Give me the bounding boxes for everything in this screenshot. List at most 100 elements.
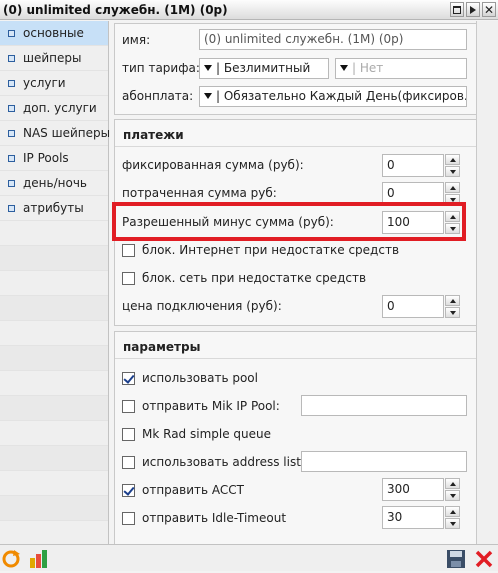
fee-select[interactable]: | Обязательно Каждый День(фиксиров... (199, 86, 467, 107)
sidebar-item-extra-services[interactable]: доп. услуги (0, 96, 108, 121)
tariff-type-select[interactable]: | Безлимитный (199, 58, 329, 79)
save-button[interactable] (445, 548, 467, 570)
refresh-button[interactable] (0, 548, 22, 570)
address-list-input[interactable] (301, 451, 467, 472)
sidebar-item-day-night[interactable]: день/ночь (0, 171, 108, 196)
sidebar-empty-row (0, 521, 108, 546)
sidebar-empty-row (0, 371, 108, 396)
bullet-icon (8, 129, 15, 137)
use-address-list-checkbox[interactable] (122, 456, 135, 469)
arrow-up-icon (449, 509, 456, 514)
play-icon (470, 5, 476, 14)
arrow-down-icon (449, 197, 456, 202)
increment-button[interactable] (445, 506, 460, 517)
increment-button[interactable] (445, 478, 460, 489)
arrow-up-icon (449, 481, 456, 486)
use-pool-label: использовать pool (142, 371, 258, 385)
connection-price-label: цена подключения (руб): (122, 299, 282, 313)
mik-pool-input[interactable] (301, 395, 467, 416)
decrement-button[interactable] (445, 307, 460, 318)
fixed-sum-input[interactable]: 0 (382, 154, 444, 177)
play-button[interactable] (466, 2, 480, 17)
restore-icon (453, 5, 461, 14)
fixed-sum-stepper[interactable]: 0 (382, 154, 460, 177)
bullet-icon (8, 154, 15, 162)
sidebar-item-label: доп. услуги (23, 101, 97, 115)
payments-title: платежи (123, 128, 184, 142)
arrow-up-icon (449, 298, 456, 303)
bullet-icon (8, 29, 15, 37)
bullet-icon (8, 104, 15, 112)
sidebar: основные шейперы услуги доп. услуги NAS … (0, 21, 110, 546)
acct-input[interactable]: 300 (382, 478, 444, 501)
sidebar-empty-row (0, 221, 108, 246)
send-mik-pool-label: отправить Mik IP Pool: (142, 399, 280, 413)
sidebar-item-attributes[interactable]: атрибуты (0, 196, 108, 221)
fixed-sum-label: фиксированная сумма (руб): (122, 158, 304, 172)
idle-stepper[interactable]: 30 (382, 506, 460, 529)
send-idle-label: отправить Idle-Timeout (142, 511, 287, 525)
sidebar-empty-row (0, 321, 108, 346)
send-idle-checkbox[interactable] (122, 512, 135, 525)
vertical-scrollbar[interactable] (476, 21, 498, 544)
increment-button[interactable] (445, 295, 460, 306)
arrow-down-icon (449, 521, 456, 526)
stats-button[interactable] (28, 548, 50, 570)
parameters-title: параметры (123, 340, 201, 354)
tariff-subtype-value: | Нет (352, 61, 384, 75)
refresh-icon (2, 550, 20, 568)
sidebar-item-ip-pools[interactable]: IP Pools (0, 146, 108, 171)
bullet-icon (8, 179, 15, 187)
tariff-type-label: тип тарифа: (122, 61, 200, 75)
restore-button[interactable] (450, 2, 464, 17)
sidebar-empty-row (0, 421, 108, 446)
delete-icon (475, 550, 493, 568)
sidebar-item-general[interactable]: основные (0, 21, 108, 46)
sidebar-item-label: день/ночь (23, 176, 87, 190)
fee-label: абонплата: (122, 89, 194, 103)
acct-stepper[interactable]: 300 (382, 478, 460, 501)
increment-button[interactable] (445, 154, 460, 165)
sidebar-item-label: шейперы (23, 51, 82, 65)
sidebar-item-label: услуги (23, 76, 66, 90)
decrement-button[interactable] (445, 518, 460, 529)
chevron-down-icon (204, 93, 212, 99)
parameters-section: параметры использовать pool отправить Mi… (114, 331, 480, 544)
sidebar-empty-row (0, 471, 108, 496)
bullet-icon (8, 204, 15, 212)
send-acct-checkbox[interactable] (122, 484, 135, 497)
sidebar-empty-row (0, 446, 108, 471)
highlight-frame (112, 202, 466, 241)
decrement-button[interactable] (445, 166, 460, 177)
block-internet-label: блок. Интернет при недостатке средств (142, 243, 400, 257)
connection-price-input[interactable]: 0 (382, 295, 444, 318)
general-section: имя: (0) unlimited служебн. (1M) (0p) ти… (114, 23, 480, 115)
delete-button[interactable] (473, 548, 495, 570)
sidebar-item-nas-shapers[interactable]: NAS шейперы (0, 121, 110, 146)
close-button[interactable]: ✕ (482, 2, 496, 17)
sidebar-item-shapers[interactable]: шейперы (0, 46, 108, 71)
section-divider (115, 146, 479, 147)
close-icon: ✕ (483, 2, 495, 17)
sidebar-item-label: атрибуты (23, 201, 84, 215)
window-title: (0) unlimited служебн. (1M) (0p) (3, 3, 228, 17)
sidebar-item-label: основные (23, 26, 84, 40)
idle-input[interactable]: 30 (382, 506, 444, 529)
sidebar-empty-row (0, 271, 108, 296)
send-mik-pool-checkbox[interactable] (122, 400, 135, 413)
title-bar: (0) unlimited служебн. (1M) (0p) ✕ (0, 0, 498, 20)
name-field[interactable]: (0) unlimited служебн. (1M) (0p) (199, 29, 467, 50)
bottom-toolbar (0, 544, 498, 571)
tariff-subtype-select[interactable]: | Нет (335, 58, 467, 79)
block-internet-checkbox[interactable] (122, 244, 135, 257)
connection-price-stepper[interactable]: 0 (382, 295, 460, 318)
block-network-checkbox[interactable] (122, 272, 135, 285)
decrement-button[interactable] (445, 490, 460, 501)
sidebar-empty-row (0, 246, 108, 271)
sidebar-item-services[interactable]: услуги (0, 71, 108, 96)
use-pool-checkbox[interactable] (122, 372, 135, 385)
arrow-up-icon (449, 157, 456, 162)
increment-button[interactable] (445, 182, 460, 193)
main-panel: имя: (0) unlimited служебн. (1M) (0p) ти… (110, 21, 498, 544)
mk-rad-checkbox[interactable] (122, 428, 135, 441)
